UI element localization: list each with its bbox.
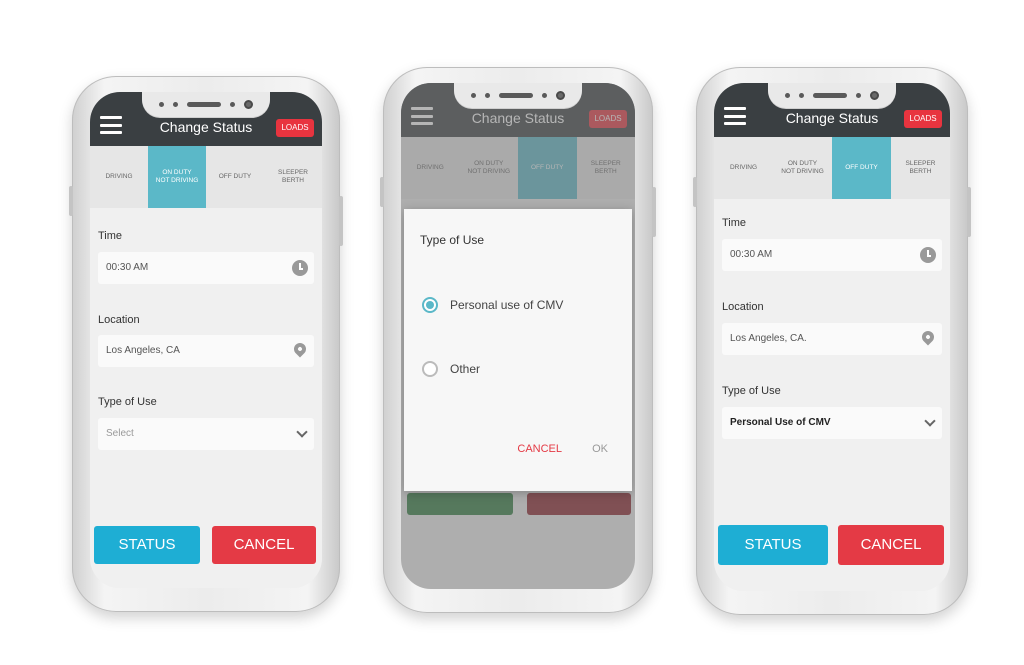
dialog-ok-button[interactable]: OK — [592, 443, 608, 455]
dialog-title: Type of Use — [420, 233, 485, 247]
location-label: Location — [98, 314, 140, 326]
time-value: 00:30 AM — [730, 249, 773, 260]
side-button — [339, 196, 343, 246]
phone-2: Change Status LOADS DRIVING ON DUTY NOT … — [380, 67, 656, 613]
location-pin-icon — [919, 328, 937, 346]
phone-notch — [454, 83, 582, 108]
type-of-use-value: Personal Use of CMV — [730, 417, 831, 428]
cancel-button[interactable]: CANCEL — [212, 526, 316, 564]
status-form: Time 00:30 AM Location Los Angeles, CA. … — [714, 199, 950, 591]
time-field[interactable]: 00:30 AM — [722, 239, 942, 271]
type-of-use-dialog: Type of Use Personal use of CMV Other CA… — [404, 209, 632, 491]
type-of-use-label: Type of Use — [98, 396, 157, 408]
time-label: Time — [722, 217, 747, 229]
tab-on-duty-not-driving[interactable]: ON DUTY NOT DRIVING — [773, 137, 832, 199]
clock-icon — [292, 260, 308, 276]
type-of-use-select[interactable]: Personal Use of CMV — [722, 407, 942, 439]
clock-icon — [920, 247, 936, 263]
time-value: 00:30 AM — [106, 262, 149, 273]
time-label: Time — [98, 230, 123, 242]
side-button — [693, 177, 697, 207]
tab-sleeper-berth[interactable]: SLEEPER BERTH — [891, 137, 950, 199]
location-pin-icon — [291, 340, 309, 358]
tab-driving[interactable]: DRIVING — [90, 146, 148, 208]
location-value: Los Angeles, CA. — [730, 333, 807, 344]
tab-sleeper-berth[interactable]: SLEEPER BERTH — [264, 146, 322, 208]
status-form: Time 00:30 AM Location Los Angeles, CA T… — [90, 208, 322, 588]
type-of-use-placeholder: Select — [106, 428, 134, 439]
screen-type-of-use-dialog: Change Status LOADS DRIVING ON DUTY NOT … — [401, 83, 635, 589]
tab-off-duty[interactable]: OFF DUTY — [832, 137, 891, 199]
location-field[interactable]: Los Angeles, CA — [98, 335, 314, 367]
location-value: Los Angeles, CA — [106, 345, 180, 356]
dialog-cancel-button[interactable]: CANCEL — [517, 443, 562, 455]
phone-notch — [142, 92, 270, 117]
chevron-down-icon — [924, 415, 936, 427]
status-button[interactable]: STATUS — [718, 525, 828, 565]
radio-unselected-icon[interactable] — [422, 361, 438, 377]
phone-1: Change Status LOADS DRIVING ON DUTY NOT … — [69, 76, 343, 612]
option-personal-use[interactable]: Personal use of CMV — [422, 295, 563, 315]
screen-change-status-filled: Change Status LOADS DRIVING ON DUTY NOT … — [714, 83, 950, 591]
cancel-button[interactable]: CANCEL — [838, 525, 944, 565]
phone-notch — [768, 83, 896, 108]
side-button — [380, 177, 384, 207]
duty-status-tabs: DRIVING ON DUTY NOT DRIVING OFF DUTY SLE… — [714, 137, 950, 199]
phone-3: Change Status LOADS DRIVING ON DUTY NOT … — [693, 67, 971, 615]
option-label: Personal use of CMV — [450, 298, 564, 312]
time-field[interactable]: 00:30 AM — [98, 252, 314, 284]
side-button — [652, 187, 656, 237]
tab-on-duty-not-driving[interactable]: ON DUTY NOT DRIVING — [148, 146, 206, 208]
type-of-use-select[interactable]: Select — [98, 418, 314, 450]
side-button — [967, 187, 971, 237]
loads-button[interactable]: LOADS — [904, 110, 942, 128]
screen-change-status: Change Status LOADS DRIVING ON DUTY NOT … — [90, 92, 322, 588]
option-other[interactable]: Other — [422, 359, 480, 379]
location-label: Location — [722, 301, 764, 313]
side-button — [69, 186, 73, 216]
tab-driving[interactable]: DRIVING — [714, 137, 773, 199]
location-field[interactable]: Los Angeles, CA. — [722, 323, 942, 355]
chevron-down-icon — [296, 426, 308, 438]
tab-off-duty[interactable]: OFF DUTY — [206, 146, 264, 208]
duty-status-tabs: DRIVING ON DUTY NOT DRIVING OFF DUTY SLE… — [90, 146, 322, 208]
status-button[interactable]: STATUS — [94, 526, 200, 564]
option-label: Other — [450, 362, 481, 376]
type-of-use-label: Type of Use — [722, 385, 781, 397]
radio-selected-icon[interactable] — [422, 297, 438, 313]
loads-button[interactable]: LOADS — [276, 119, 314, 137]
